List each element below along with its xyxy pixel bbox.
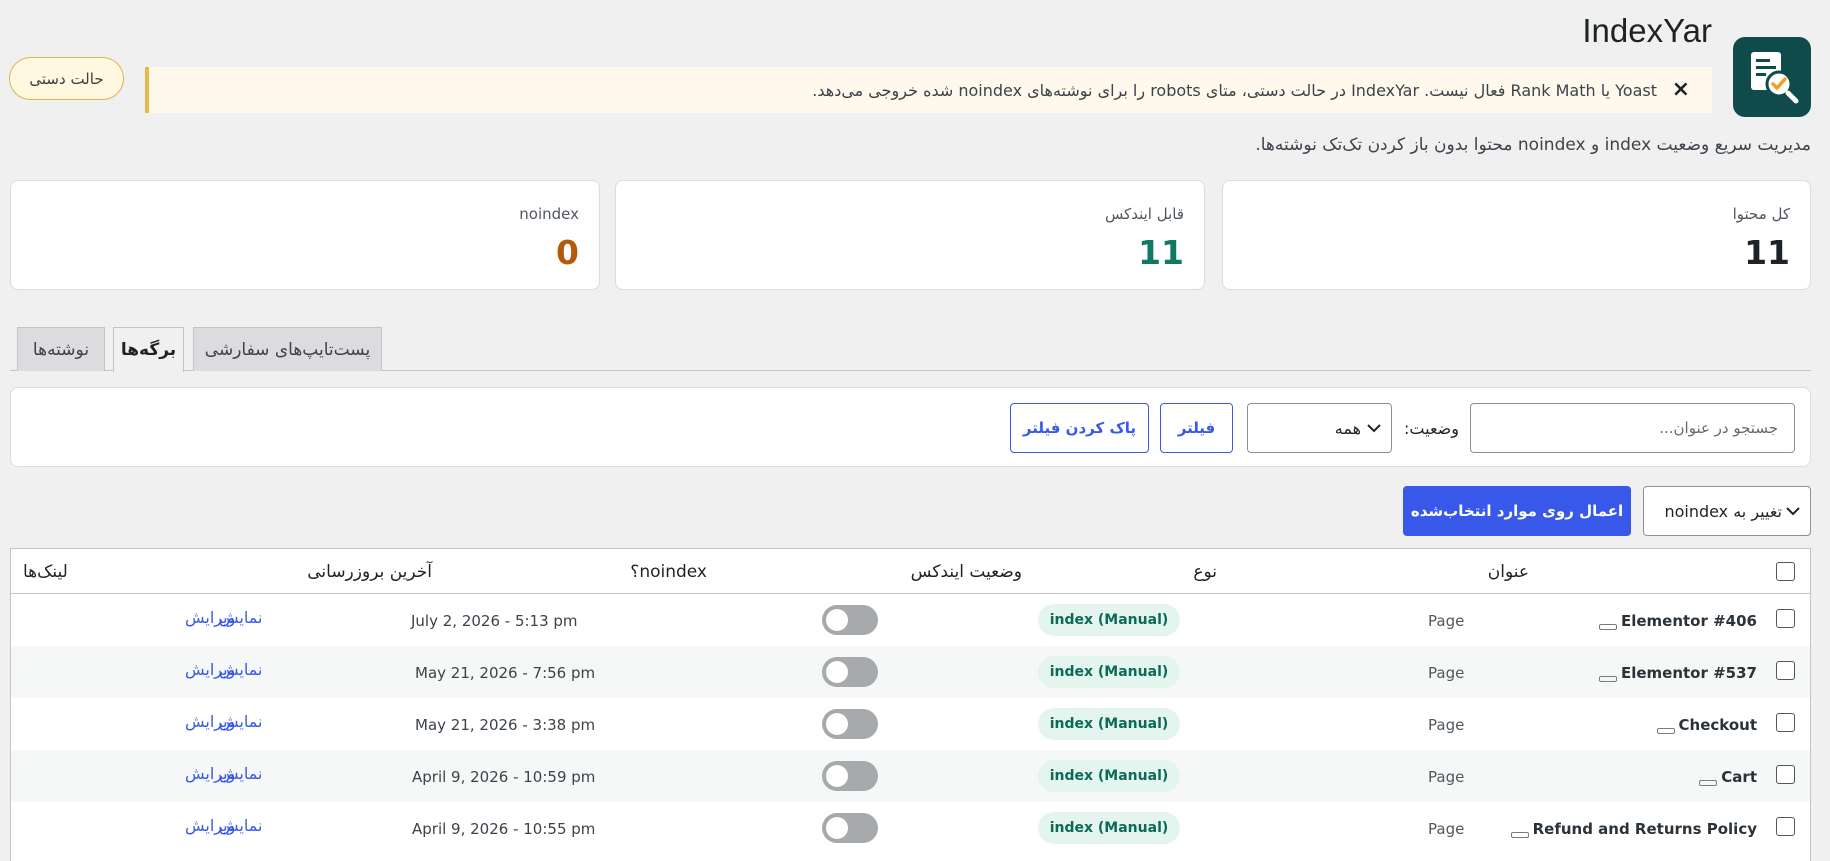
status-select[interactable]: همه [1247, 403, 1392, 453]
table-row: Elementor #537 Page index (Manual) May 2… [11, 646, 1810, 698]
row-checkbox[interactable] [1776, 713, 1795, 732]
column-noindex: noindex؟ [630, 562, 707, 582]
status-badge: index (Manual) [1038, 760, 1180, 792]
column-type: نوع [1193, 562, 1217, 582]
row-checkbox[interactable] [1776, 817, 1795, 836]
status-badge: index (Manual) [1038, 812, 1180, 844]
table-row: Cart Page index (Manual) April 9, 2026 -… [11, 750, 1810, 802]
edit-link[interactable]: ویرایش [185, 660, 235, 679]
column-title: عنوان [1487, 562, 1529, 582]
edit-link[interactable]: ویرایش [185, 816, 235, 835]
column-index-status: وضعیت ایندکس [910, 562, 1022, 582]
table-row: Refund and Returns Policy Page index (Ma… [11, 802, 1810, 854]
status-label: وضعیت: [1404, 419, 1459, 438]
noindex-toggle[interactable] [822, 761, 878, 791]
column-last-updated: آخرین بروزرسانی [307, 562, 432, 582]
table-row: Elementor #406 Page index (Manual) July … [11, 594, 1810, 646]
row-title-text: Elementor #537 [1620, 664, 1757, 682]
row-title[interactable]: Elementor #406 [1598, 612, 1757, 630]
noindex-toggle[interactable] [822, 813, 878, 843]
filter-panel: وضعیت: همه فیلتر پاک کردن فیلتر [10, 387, 1811, 467]
row-type: Page [1428, 820, 1465, 838]
tab-pages[interactable]: برگه‌ها [113, 327, 184, 372]
row-title-text: Refund and Returns Policy [1532, 820, 1757, 838]
toggle-knob [826, 713, 848, 735]
row-type: Page [1428, 612, 1465, 630]
column-links: لینک‌ها [23, 562, 68, 582]
stat-card-indexable: قابل ایندکس 11 [615, 180, 1205, 290]
stat-value: 0 [556, 233, 579, 272]
row-updated: May 21, 2026 - 3:38 pm [415, 716, 596, 734]
search-input[interactable] [1470, 403, 1795, 453]
status-badge: index (Manual) [1038, 708, 1180, 740]
mode-badge: حالت دستی [9, 57, 124, 100]
bulk-action-select[interactable]: تغییر به noindex [1643, 486, 1811, 536]
row-checkbox[interactable] [1776, 765, 1795, 784]
stat-card-total: کل محتوا 11 [1222, 180, 1811, 290]
clear-filter-button[interactable]: پاک کردن فیلتر [1010, 403, 1149, 453]
row-updated: April 9, 2026 - 10:59 pm [412, 768, 596, 786]
edit-link[interactable]: ویرایش [185, 608, 235, 627]
stat-value: 11 [1138, 233, 1184, 272]
select-all-checkbox[interactable] [1776, 562, 1795, 581]
row-checkbox[interactable] [1776, 661, 1795, 680]
stat-label: قابل ایندکس [1104, 205, 1184, 223]
app-logo [1733, 37, 1811, 117]
content-table: عنوان نوع وضعیت ایندکس noindex؟ آخرین بر… [10, 548, 1811, 861]
stat-label: کل محتوا [1732, 205, 1790, 223]
noindex-toggle[interactable] [822, 657, 878, 687]
noindex-toggle[interactable] [822, 709, 878, 739]
row-updated: July 2, 2026 - 5:13 pm [411, 612, 578, 630]
row-title-text: Elementor #406 [1620, 612, 1757, 630]
tab-custom-post-types[interactable]: پست‌تایپ‌های سفارشی [193, 327, 382, 371]
title-marker-icon [1598, 624, 1617, 630]
row-title[interactable]: Refund and Returns Policy [1510, 820, 1757, 838]
row-title[interactable]: Checkout [1656, 716, 1757, 734]
edit-link[interactable]: ویرایش [185, 764, 235, 783]
row-title[interactable]: Elementor #537 [1598, 664, 1757, 682]
row-type: Page [1428, 664, 1465, 682]
toggle-knob [826, 661, 848, 683]
tab-posts[interactable]: نوشته‌ها [17, 327, 105, 371]
status-badge: index (Manual) [1038, 604, 1180, 636]
page-description: مدیریت سریع وضعیت index و noindex محتوا … [1255, 135, 1811, 155]
row-updated: May 21, 2026 - 7:56 pm [415, 664, 596, 682]
table-row: Checkout Page index (Manual) May 21, 202… [11, 698, 1810, 750]
notice-banner: × Yoast یا Rank Math فعال نیست. IndexYar… [145, 67, 1712, 113]
bulk-action-value: تغییر به noindex [1664, 501, 1782, 521]
row-updated: April 9, 2026 - 10:55 pm [412, 820, 596, 838]
page-title: IndexYar [1582, 12, 1712, 49]
row-type: Page [1428, 716, 1465, 734]
chevron-down-icon [1367, 424, 1381, 433]
row-title-text: Checkout [1678, 716, 1757, 734]
document-search-check-icon [1751, 52, 1799, 104]
title-marker-icon [1510, 832, 1529, 838]
apply-bulk-button[interactable]: اعمال روی موارد انتخاب‌شده [1403, 486, 1631, 536]
close-icon[interactable]: × [1672, 77, 1690, 102]
status-badge: index (Manual) [1038, 656, 1180, 688]
filter-button[interactable]: فیلتر [1160, 403, 1233, 453]
toggle-knob [826, 817, 848, 839]
toggle-knob [826, 765, 848, 787]
stat-value: 11 [1744, 233, 1790, 272]
stat-label: noindex [519, 205, 579, 223]
noindex-toggle[interactable] [822, 605, 878, 635]
chevron-down-icon [1786, 507, 1800, 516]
row-checkbox[interactable] [1776, 609, 1795, 628]
edit-link[interactable]: ویرایش [185, 712, 235, 731]
table-header: عنوان نوع وضعیت ایندکس noindex؟ آخرین بر… [11, 549, 1810, 594]
title-marker-icon [1699, 780, 1718, 786]
toggle-knob [826, 609, 848, 631]
status-select-value: همه [1334, 418, 1361, 438]
title-marker-icon [1598, 676, 1617, 682]
row-title[interactable]: Cart [1699, 768, 1757, 786]
title-marker-icon [1656, 728, 1675, 734]
row-type: Page [1428, 768, 1465, 786]
notice-text: Yoast یا Rank Math فعال نیست. IndexYar د… [812, 80, 1657, 100]
stat-card-noindex: noindex 0 [10, 180, 600, 290]
row-title-text: Cart [1721, 768, 1757, 786]
